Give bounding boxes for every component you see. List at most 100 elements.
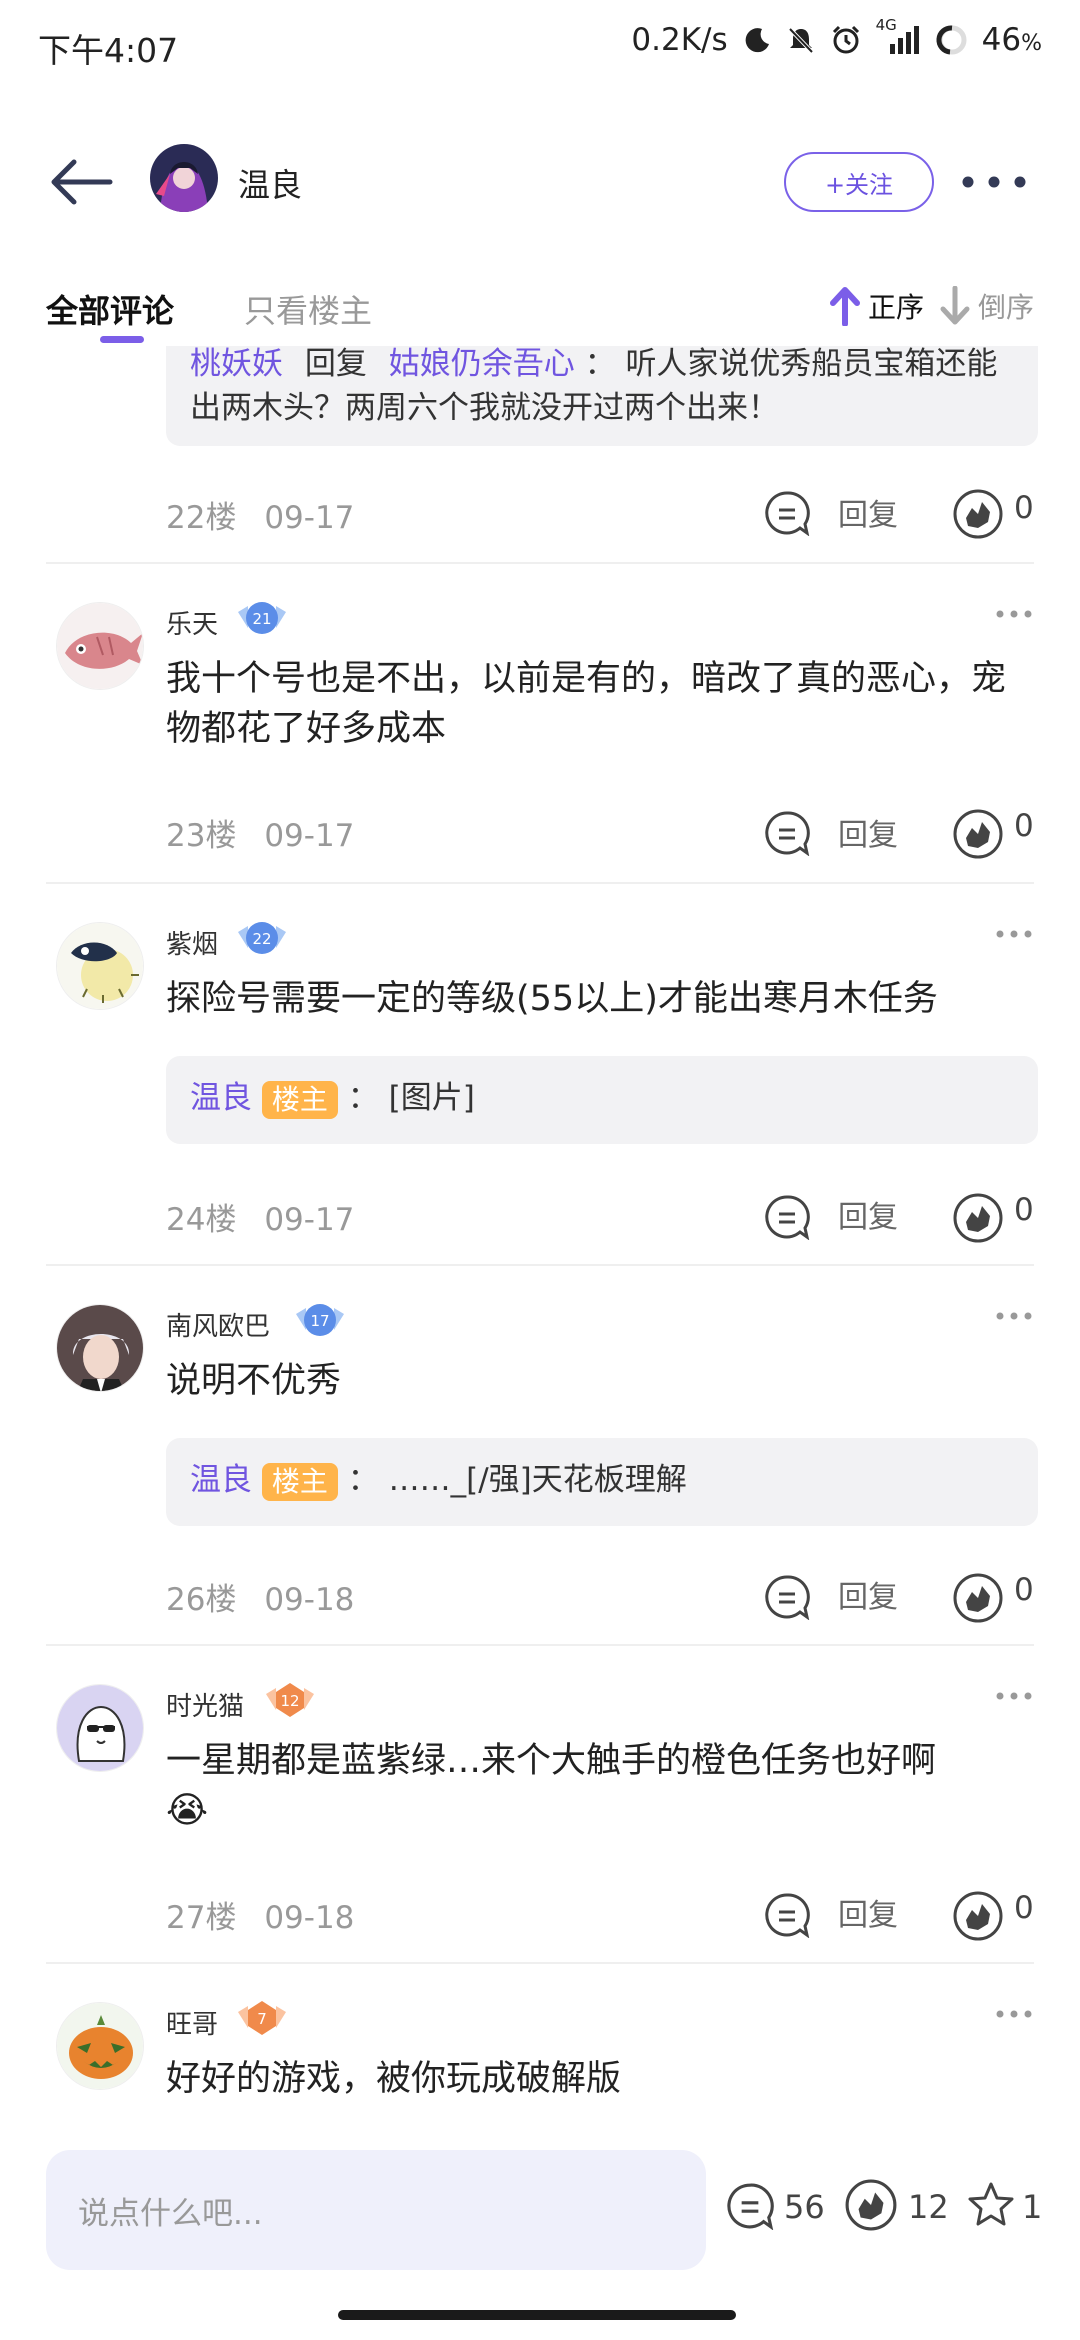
comment-meta: 24楼 09-17: [166, 1194, 354, 1239]
divider: [46, 1962, 1034, 1964]
like-total: 12: [908, 2188, 949, 2226]
comment-tabs: 全部评论 只看楼主 正序 倒序: [0, 278, 1080, 346]
like-count: 0: [1014, 1890, 1034, 1926]
reply-bubble-icon[interactable]: [764, 1892, 810, 1938]
floor-number: 26楼: [166, 1582, 237, 1618]
battery-ring-icon: [936, 25, 967, 55]
avatar[interactable]: [56, 922, 144, 1010]
reply-bubble-icon[interactable]: [764, 490, 810, 536]
bell-muted-icon: [788, 27, 814, 54]
arrow-down-icon: [940, 286, 970, 325]
avatar[interactable]: [56, 2002, 144, 2090]
comment-text: 我十个号也是不出，以前是有的，暗改了真的恶心，宠物都花了好多成本: [166, 659, 1007, 749]
like-icon[interactable]: [952, 1572, 1004, 1624]
like-icon[interactable]: [952, 808, 1004, 860]
comment-date: 09-17: [264, 500, 355, 536]
level-badge-icon: 12: [266, 1683, 314, 1717]
post-header: 温良 +关注: [0, 140, 1080, 224]
comment-count: 56: [784, 2188, 825, 2226]
sort-ascending-label: 正序: [868, 291, 925, 324]
home-indicator[interactable]: [338, 2310, 736, 2320]
username[interactable]: 乐天: [166, 604, 218, 641]
moon-icon: [745, 28, 769, 53]
reply-quote[interactable]: 温良 楼主 ： [图片]: [166, 1056, 1038, 1144]
comment-icon[interactable]: [726, 2182, 774, 2230]
comment-text-body: 一星期都是蓝紫绿…来个大触手的橙色任务也好啊: [166, 1741, 937, 1781]
like-icon[interactable]: [952, 488, 1004, 540]
like-icon[interactable]: [952, 1192, 1004, 1244]
quote-target-user[interactable]: 姑娘仍余吾心: [389, 346, 575, 382]
reply-button[interactable]: 回复: [838, 810, 898, 854]
alarm-icon: [832, 25, 859, 54]
reply-button[interactable]: 回复: [838, 1192, 898, 1236]
author-avatar[interactable]: [150, 144, 218, 212]
reply-bubble-icon[interactable]: [764, 810, 810, 856]
level-badge-icon: 7: [238, 2001, 286, 2035]
quote-separator: ：: [347, 1080, 379, 1116]
comment-more-icon[interactable]: [994, 2008, 1034, 2020]
level-number: 12: [280, 1692, 299, 1710]
level-badge-icon: 21: [238, 602, 286, 634]
reply-bubble-icon[interactable]: [764, 1574, 810, 1620]
floor-number: 24楼: [166, 1202, 237, 1238]
quote-user[interactable]: 温良: [190, 1462, 252, 1498]
sort-descending[interactable]: 倒序: [938, 286, 1034, 326]
like-count: 0: [1014, 808, 1034, 844]
username[interactable]: 南风欧巴: [166, 1306, 270, 1343]
comment-input[interactable]: 说点什么吧...: [46, 2150, 706, 2270]
comment-more-icon[interactable]: [994, 1690, 1034, 1702]
divider: [46, 1264, 1034, 1266]
tab-all-comments[interactable]: 全部评论: [46, 286, 174, 332]
quote-user[interactable]: 桃妖妖: [190, 346, 283, 382]
level-number: 22: [252, 930, 271, 948]
avatar[interactable]: [56, 1684, 144, 1772]
reply-quote[interactable]: 桃妖妖 回复 姑娘仍余吾心 ： 听人家说优秀船员宝箱还能出两木头？两周六个我就没…: [166, 346, 1038, 446]
level-number: 17: [310, 1312, 329, 1330]
author-name[interactable]: 温良: [238, 160, 302, 206]
like-icon[interactable]: [952, 1890, 1004, 1942]
floor-number: 22楼: [166, 500, 237, 536]
comment-more-icon[interactable]: [994, 928, 1034, 940]
comment-meta: 23楼 09-17: [166, 810, 354, 855]
like-icon[interactable]: [844, 2178, 898, 2232]
username[interactable]: 紫烟: [166, 924, 218, 961]
network-speed: 0.2K/s: [631, 22, 728, 58]
reply-button[interactable]: 回复: [838, 1572, 898, 1616]
status-bar: 下午4:07 0.2K/s 4G 46%: [0, 0, 1080, 92]
owner-tag: 楼主: [261, 1080, 338, 1119]
comment-meta: 26楼 09-18: [166, 1574, 354, 1619]
reply-button[interactable]: 回复: [838, 1890, 898, 1934]
comment-meta: 27楼 09-18: [166, 1892, 354, 1937]
comment-list[interactable]: 桃妖妖 回复 姑娘仍余吾心 ： 听人家说优秀船员宝箱还能出两木头？两周六个我就没…: [0, 346, 1080, 2136]
comment-more-icon[interactable]: [994, 608, 1034, 620]
level-badge-icon: 22: [238, 922, 286, 954]
quote-user[interactable]: 温良: [190, 1080, 252, 1116]
back-arrow-icon[interactable]: [46, 154, 116, 210]
reply-button[interactable]: 回复: [838, 490, 898, 534]
username[interactable]: 时光猫: [166, 1686, 244, 1723]
status-time: 下午4:07: [38, 31, 179, 70]
status-icons: 0.2K/s 4G 46%: [631, 16, 1042, 58]
avatar[interactable]: [56, 602, 144, 690]
follow-button[interactable]: +关注: [784, 152, 934, 212]
active-tab-indicator: [100, 336, 144, 343]
like-count: 0: [1014, 490, 1034, 526]
comment-text: 一星期都是蓝紫绿…来个大触手的橙色任务也好啊 😭: [166, 1736, 1026, 1836]
signal-icon: 4G: [876, 16, 922, 56]
username[interactable]: 旺哥: [166, 2004, 218, 2041]
sort-ascending[interactable]: 正序: [828, 286, 924, 326]
sort-descending-label: 倒序: [978, 291, 1035, 324]
divider: [46, 882, 1034, 884]
avatar[interactable]: [56, 1304, 144, 1392]
battery-level: 46%: [981, 22, 1042, 58]
arrow-up-icon: [830, 287, 860, 326]
tab-owner-only[interactable]: 只看楼主: [244, 286, 372, 332]
level-number: 7: [257, 2010, 267, 2028]
reply-quote[interactable]: 温良 楼主 ： ……_[/强]天花板理解: [166, 1438, 1038, 1526]
more-options-icon[interactable]: [960, 162, 1028, 202]
comment-more-icon[interactable]: [994, 1310, 1034, 1322]
divider: [46, 562, 1034, 564]
star-icon[interactable]: [966, 2180, 1016, 2230]
comment-date: 09-17: [264, 818, 355, 854]
reply-bubble-icon[interactable]: [764, 1194, 810, 1240]
